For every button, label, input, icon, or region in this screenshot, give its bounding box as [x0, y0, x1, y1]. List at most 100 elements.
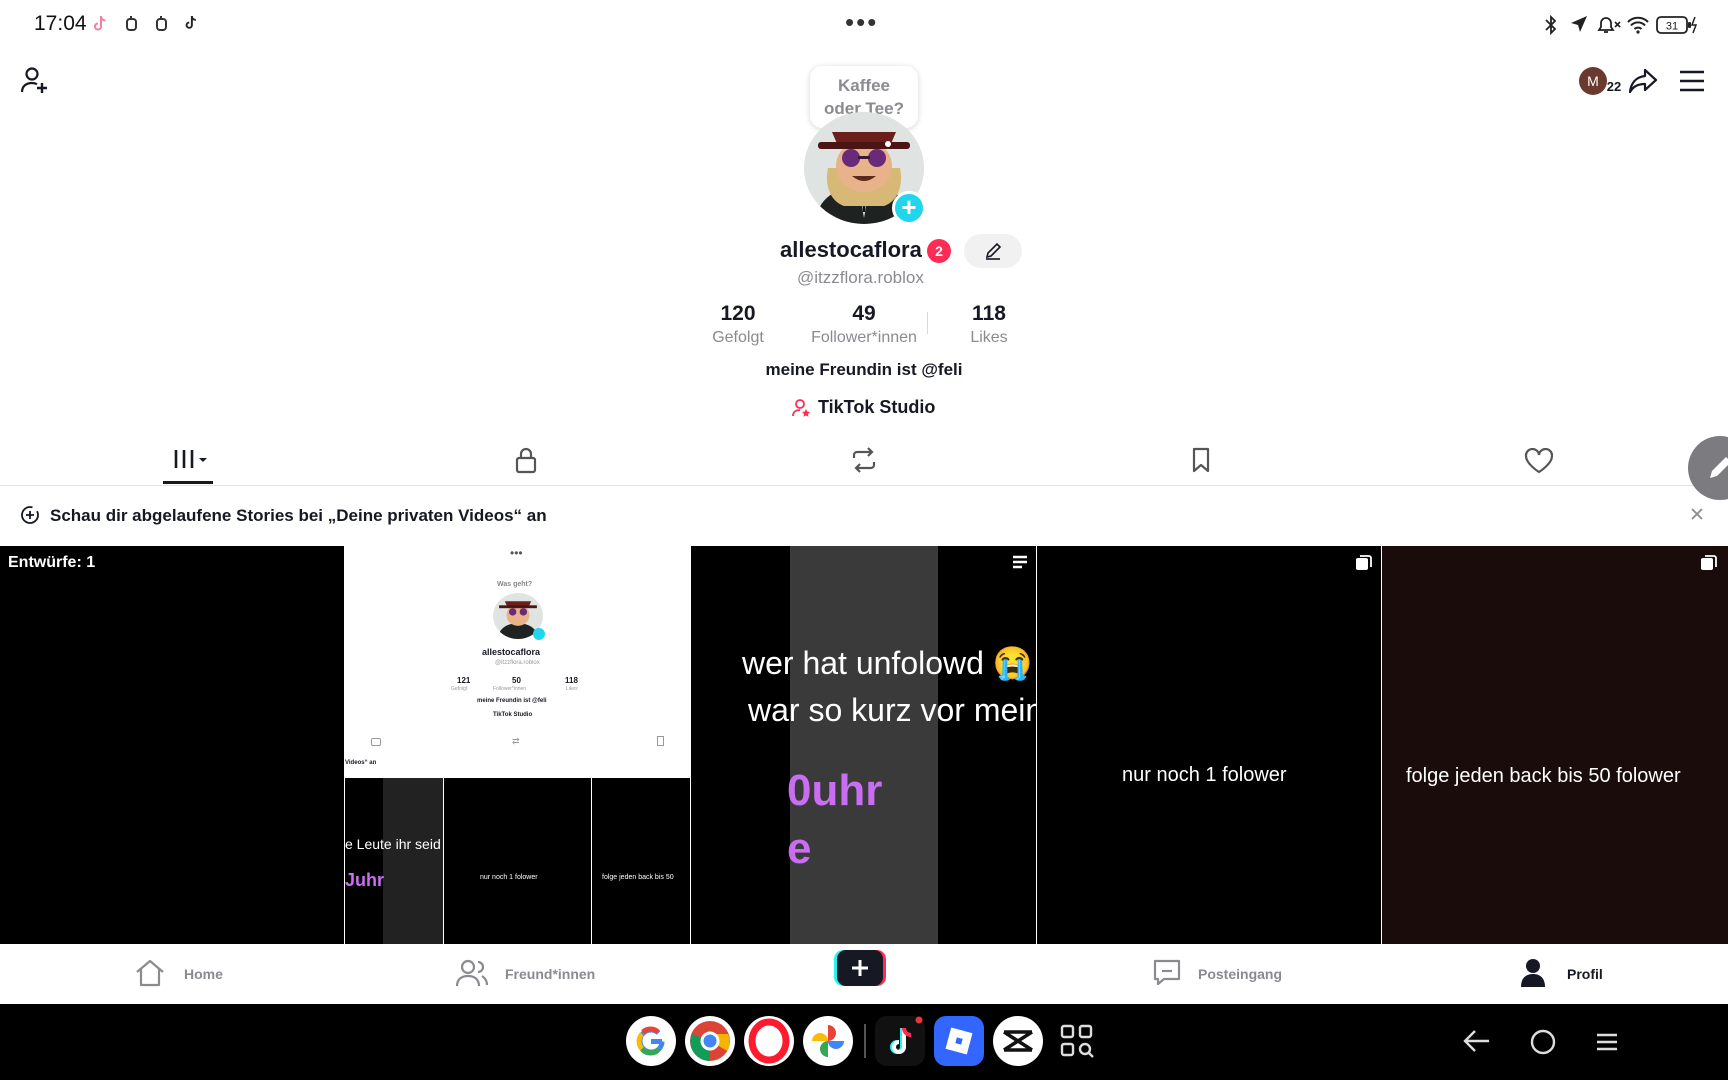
username: allestocaflora [780, 237, 922, 262]
hand-notification-icon [124, 15, 140, 33]
video-4-caption: folge jeden back bis 50 folower [1406, 765, 1681, 787]
location-icon [1570, 15, 1588, 33]
drafts-tile[interactable]: Entwürfe: 1 [0, 546, 344, 944]
stat-following-label: Gefolgt [712, 329, 764, 346]
mini-stat-likes: 118 [565, 676, 578, 685]
photo-carousel-icon [1700, 554, 1718, 572]
video-2-bg-letter: e [787, 824, 812, 873]
studio-person-icon [792, 398, 812, 418]
create-button[interactable] [834, 950, 886, 986]
mini-plus [533, 628, 545, 640]
mini-stat-likes-label: Likes [566, 686, 578, 692]
mini-profile: ••• Was geht? allestocaflora @itzzflora.… [345, 546, 690, 778]
mini-banner-tail: Videos“ an [345, 760, 377, 766]
active-tab-indicator [163, 481, 213, 484]
hand-notification-icon-2 [154, 15, 170, 33]
mini-stat-followers-label: Follower*innen [493, 686, 527, 692]
mini-studio: TikTok Studio [493, 712, 533, 718]
svg-text:22: 22 [1607, 79, 1621, 94]
video-tile-4[interactable]: folge jeden back bis 50 folower [1382, 546, 1728, 944]
nav-profile[interactable]: Profil [1567, 966, 1603, 982]
stat-likes-value: 118 [972, 302, 1006, 325]
stat-followers-label: Follower*innen [811, 329, 917, 346]
mini-stat-following: 121 [457, 676, 471, 685]
friends-icon[interactable] [456, 958, 488, 990]
status-bar: 17:04 ••• 31 [0, 0, 1728, 48]
stat-following[interactable]: 120 Gefolgt [694, 302, 782, 347]
svg-text:31: 31 [1666, 21, 1678, 33]
battery-icon: 31 [1656, 14, 1700, 36]
pinned-list-icon [1011, 554, 1029, 570]
stat-likes-label: Likes [970, 329, 1008, 346]
photos-app-icon[interactable] [803, 1016, 853, 1066]
mini-bio: meine Freundin ist @feli [477, 698, 547, 704]
menu-icon[interactable] [1678, 70, 1706, 92]
bio-text: meine Freundin ist @feli [765, 360, 963, 379]
mini-username: allestocaflora [482, 647, 541, 657]
stat-followers[interactable]: 49 Follower*innen [796, 302, 932, 347]
video-3-caption: nur noch 1 folower [1122, 764, 1287, 786]
video-tile-1[interactable]: ••• Was geht? allestocaflora @itzzflora.… [345, 546, 690, 944]
mini-cell-1-sub: Juhr [345, 870, 385, 890]
nav-friends[interactable]: Freund*innen [505, 966, 595, 982]
mini-cell-1: e Leute ihr seid die besten das speziell… [345, 778, 684, 944]
video-2-caption-1: wer hat unfolowd 😭 [742, 645, 1033, 681]
home-nav-icon[interactable] [1530, 1029, 1556, 1055]
floating-edit-button[interactable] [1688, 436, 1728, 500]
close-icon[interactable] [1690, 507, 1704, 521]
tiktok-app-icon[interactable] [875, 1016, 925, 1066]
mini-cell-3: folge jeden back bis 50 [592, 778, 690, 944]
mini-repost-icon: ⇄ [512, 736, 520, 746]
roblox-app-icon[interactable] [934, 1016, 984, 1066]
svg-text:M: M [1587, 73, 1599, 89]
mute-bell-icon [1596, 15, 1622, 35]
share-profile-icon[interactable] [1628, 66, 1658, 96]
video-tile-3[interactable]: nur noch 1 folower [1037, 546, 1381, 944]
stories-banner-text: Schau dir abgelaufene Stories bei „Deine… [50, 506, 547, 525]
tiktok-notification-icon [92, 15, 108, 33]
nav-home[interactable]: Home [184, 966, 223, 982]
pencil-icon [1706, 454, 1728, 482]
mini-stat-following-label: Gefolgt [451, 686, 468, 692]
inbox-icon[interactable] [1152, 958, 1182, 990]
mini-cell-2: nur noch 1 folower [444, 778, 591, 944]
video-2-bg-strip [790, 546, 938, 944]
home-icon[interactable] [134, 958, 166, 990]
profile-icon[interactable] [1520, 958, 1546, 990]
mini-dots: ••• [510, 546, 523, 560]
tab-liked[interactable] [1524, 448, 1554, 494]
add-friend-icon[interactable] [20, 66, 50, 96]
mini-lock-icon [371, 738, 381, 746]
nav-inbox[interactable]: Posteingang [1198, 966, 1282, 982]
mini-cell-2-text: nur noch 1 folower [480, 874, 538, 881]
opera-app-icon[interactable] [744, 1016, 794, 1066]
multitask-dots-icon[interactable]: ••• [845, 9, 878, 35]
back-nav-icon[interactable] [1462, 1028, 1492, 1054]
photo-carousel-icon [1355, 554, 1373, 572]
stat-divider [927, 312, 928, 334]
tiktok-studio-link[interactable]: TikTok Studio [818, 397, 935, 418]
drafts-label: Entwürfe: 1 [8, 554, 96, 571]
tabs-divider [0, 485, 1728, 486]
mini-bubble: Was geht? [497, 581, 533, 588]
mini-cell-3-text: folge jeden back bis 50 [602, 874, 674, 881]
tiktok-notification-icon-2 [184, 15, 198, 31]
capcut-app-icon[interactable] [993, 1016, 1043, 1066]
edit-profile-button[interactable] [964, 234, 1022, 268]
video-tile-2[interactable]: 0uhr e [691, 546, 1036, 944]
add-story-button[interactable]: + [892, 191, 926, 225]
user-handle: @itzzflora.roblox [797, 268, 924, 287]
stat-following-value: 120 [720, 302, 756, 325]
stat-followers-value: 49 [852, 302, 876, 325]
recents-nav-icon[interactable] [1596, 1032, 1618, 1052]
mini-stat-followers: 50 [512, 676, 521, 685]
friends-avatar-badge[interactable]: M 22 [1578, 66, 1624, 96]
notification-badge: 2 [927, 239, 951, 263]
video-2-bg-text: 0uhr [787, 766, 883, 815]
google-app-icon[interactable] [626, 1016, 676, 1066]
chrome-app-icon[interactable] [685, 1016, 735, 1066]
bluetooth-icon [1544, 15, 1558, 35]
app-drawer-icon[interactable] [1052, 1016, 1102, 1066]
pencil-icon [984, 242, 1002, 260]
stat-likes[interactable]: 118 Likes [950, 302, 1028, 347]
